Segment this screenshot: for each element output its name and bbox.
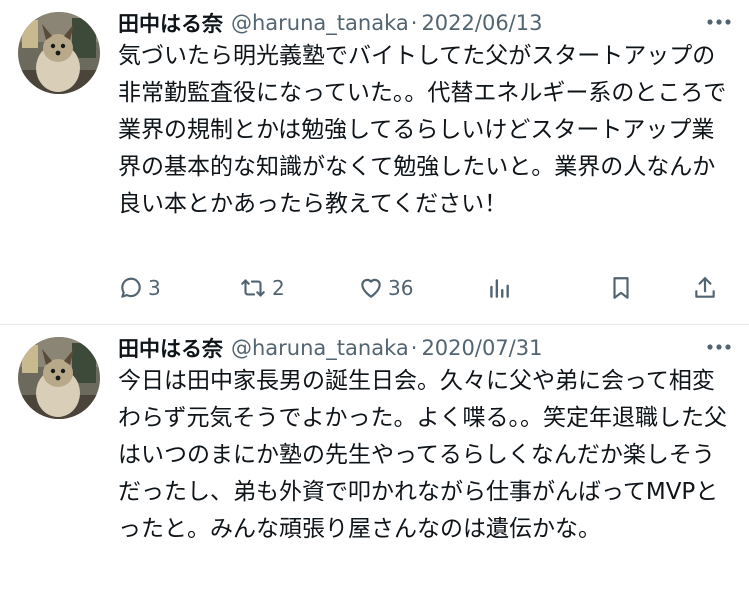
separator-dot: · <box>410 11 418 35</box>
tweet-header: 田中はる奈 @haruna_tanaka · 2022/06/13 <box>118 6 699 40</box>
tweet-text: 今日は田中家長男の誕生日会。久々に父や弟に会って相変わらず元気そうでよかった。よ… <box>118 368 728 542</box>
tweet-date[interactable]: 2022/06/13 <box>421 11 542 35</box>
avatar[interactable] <box>18 337 100 419</box>
bookmark-button[interactable] <box>608 275 692 301</box>
author-handle[interactable]: @haruna_tanaka <box>231 336 409 360</box>
views-icon <box>486 275 512 301</box>
reply-button[interactable]: 3 <box>118 275 238 301</box>
views-button[interactable] <box>486 275 608 301</box>
action-bar: 3 2 36 <box>118 270 731 306</box>
reply-icon <box>118 275 144 301</box>
retweet-button[interactable]: 2 <box>238 275 358 301</box>
retweet-count: 2 <box>272 276 285 300</box>
avatar[interactable] <box>18 12 100 94</box>
tweet-header: 田中はる奈 @haruna_tanaka · 2020/07/31 <box>118 331 699 365</box>
tweet-text: 気づいたら明光義塾でバイトしてた父がスタートアップの非常勤監査役になっていた。。… <box>118 43 727 217</box>
share-button[interactable] <box>692 275 718 301</box>
more-icon[interactable] <box>705 8 733 36</box>
like-count: 36 <box>388 276 414 300</box>
like-button[interactable]: 36 <box>358 275 486 301</box>
bookmark-icon <box>608 275 634 301</box>
tweet[interactable]: 田中はる奈 @haruna_tanaka · 2020/07/31 今日は田中家… <box>0 325 749 601</box>
heart-icon <box>358 275 384 301</box>
share-icon <box>692 275 718 301</box>
more-icon[interactable] <box>705 333 733 361</box>
author-handle[interactable]: @haruna_tanaka <box>231 11 409 35</box>
tweet[interactable]: 田中はる奈 @haruna_tanaka · 2022/06/13 気づいたら明… <box>0 0 749 325</box>
author-name[interactable]: 田中はる奈 <box>118 8 223 38</box>
reply-count: 3 <box>148 276 161 300</box>
author-name[interactable]: 田中はる奈 <box>118 333 223 363</box>
tweet-date[interactable]: 2020/07/31 <box>421 336 542 360</box>
retweet-icon <box>238 275 268 301</box>
separator-dot: · <box>410 336 418 360</box>
